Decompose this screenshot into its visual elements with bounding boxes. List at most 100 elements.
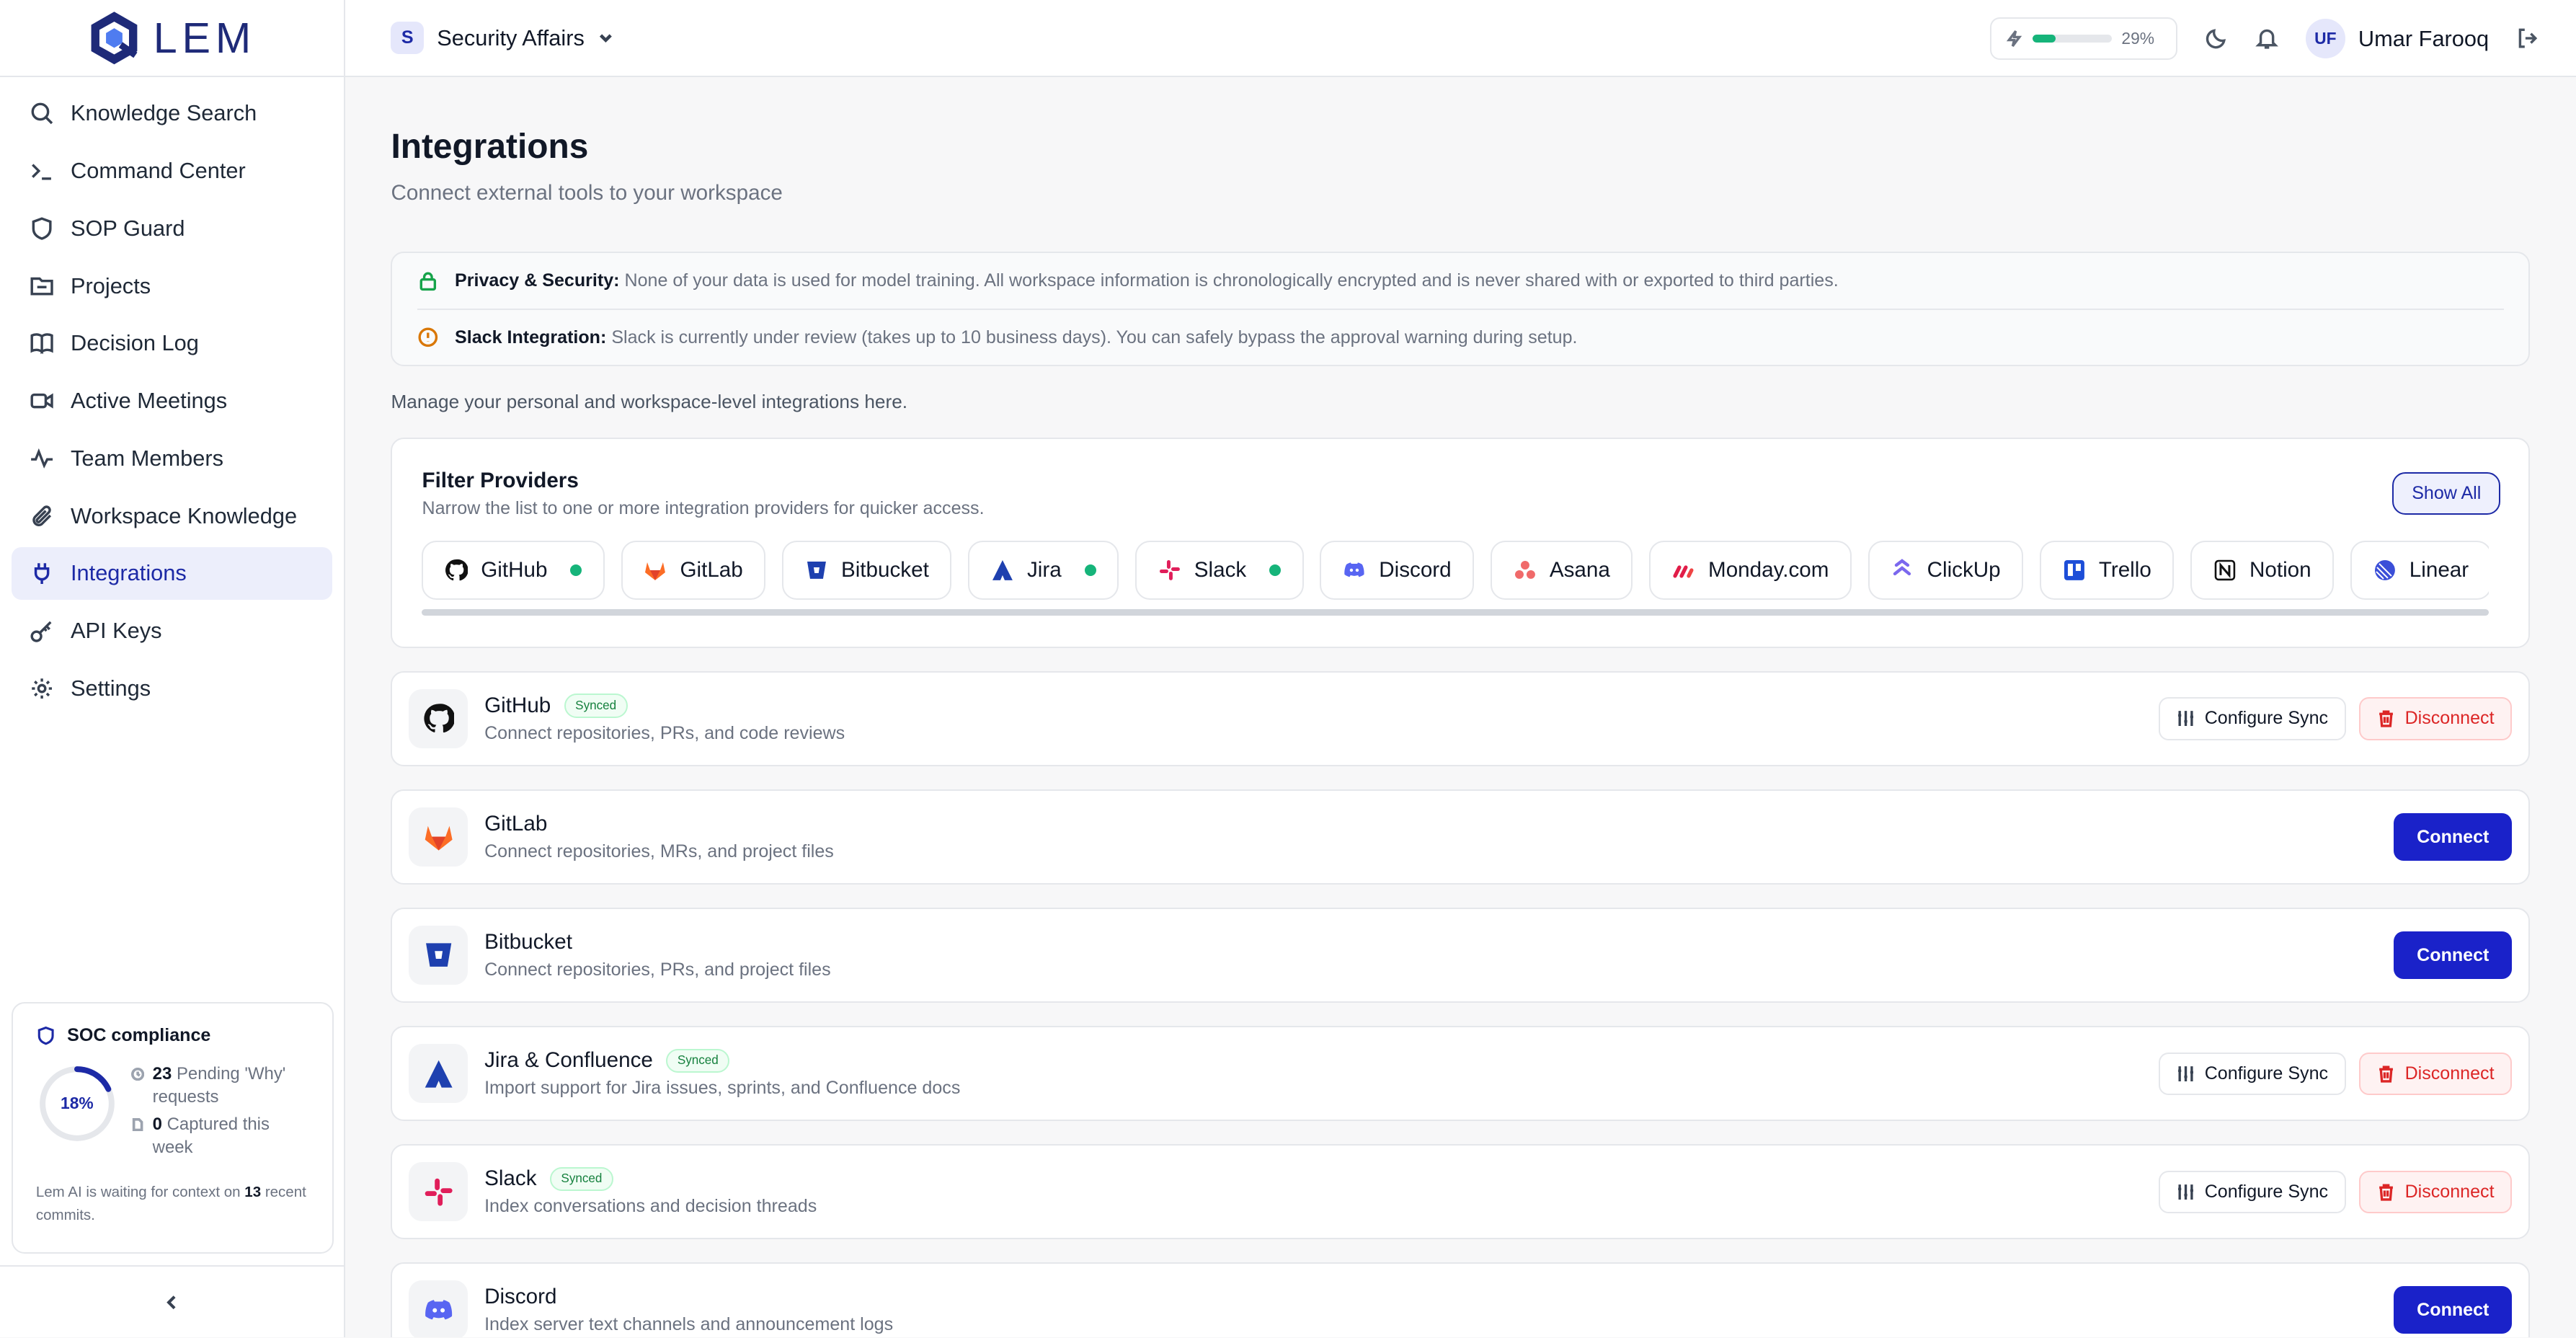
chip-bitbucket[interactable]: Bitbucket	[782, 540, 952, 600]
sidebar-item-command-center[interactable]: Command Center	[12, 145, 332, 198]
shield-icon	[32, 217, 52, 240]
soc-title: SOC compliance	[36, 1025, 309, 1046]
logout-icon[interactable]	[2515, 26, 2540, 50]
pending-text: Pending 'Why' requests	[152, 1063, 286, 1107]
disconnect-button[interactable]: Disconnect	[2359, 697, 2513, 740]
card-icon	[409, 1044, 468, 1104]
pending-count: 23	[152, 1063, 172, 1084]
integration-card-jira-confluence: Jira & Confluence Synced Import support f…	[391, 1026, 2531, 1122]
configure-sync-button[interactable]: Configure Sync	[2159, 1170, 2346, 1213]
jira-icon	[425, 1060, 453, 1088]
chip-discord[interactable]: Discord	[1320, 540, 1475, 600]
configure-sync-button[interactable]: Configure Sync	[2159, 1052, 2346, 1095]
connect-button[interactable]: Connect	[2394, 1286, 2513, 1334]
logo[interactable]: LEM	[0, 0, 344, 78]
chip-trello[interactable]: Trello	[2040, 540, 2175, 600]
sidebar: LEM Knowledge Search Command Center SOP …	[0, 0, 345, 1338]
lock-icon	[419, 272, 436, 291]
integration-card-discord: Discord Index server text channels and a…	[391, 1262, 2531, 1338]
sidebar-item-workspace-knowledge[interactable]: Workspace Knowledge	[12, 489, 332, 542]
chip-gitlab[interactable]: GitLab	[621, 540, 766, 600]
slack-label: Slack Integration:	[455, 327, 607, 347]
card-text: GitHub Synced Connect repositories, PRs, …	[484, 694, 845, 744]
card-desc: Import support for Jira issues, sprints,…	[484, 1078, 961, 1099]
card-icon	[409, 1280, 468, 1338]
provider-chips: GitHub GitLab Bitbucket Jira Slack Disco…	[422, 540, 2489, 600]
soc-stat-pending: 23 Pending 'Why' requests	[131, 1063, 309, 1109]
card-text: Slack Synced Index conversations and deci…	[484, 1166, 817, 1217]
button-label: Configure Sync	[2204, 1181, 2329, 1202]
integration-list: GitHub Synced Connect repositories, PRs, …	[391, 670, 2531, 1338]
bell-icon[interactable]	[2255, 26, 2279, 50]
sidebar-item-integrations[interactable]: Integrations	[11, 546, 332, 600]
connect-button[interactable]: Connect	[2394, 931, 2513, 980]
sidebar-item-sop-guard[interactable]: SOP Guard	[12, 202, 332, 254]
chip-notion[interactable]: Notion	[2190, 540, 2335, 600]
video-icon	[30, 393, 53, 409]
chip-jira[interactable]: Jira	[968, 540, 1119, 600]
sidebar-item-projects[interactable]: Projects	[12, 260, 332, 312]
sidebar-item-label: Team Members	[70, 445, 223, 471]
sidebar-item-label: Knowledge Search	[70, 100, 257, 126]
chip-slack[interactable]: Slack	[1134, 540, 1304, 600]
sidebar-item-team-members[interactable]: Team Members	[12, 432, 332, 484]
card-actions: Configure Sync Disconnect	[2159, 1146, 2513, 1238]
privacy-label: Privacy & Security:	[455, 270, 620, 291]
status-badge: Synced	[564, 694, 628, 718]
button-label: Configure Sync	[2204, 708, 2329, 729]
main-area: S Security Affairs 29% UF Umar Farooq In…	[345, 0, 2576, 1338]
moon-icon[interactable]	[2204, 26, 2229, 50]
sidebar-nav: Knowledge Search Command Center SOP Guar…	[0, 77, 344, 730]
workspace-name: Security Affairs	[437, 25, 585, 50]
chip-linear[interactable]: Linear	[2350, 540, 2489, 600]
sidebar-item-label: Decision Log	[70, 330, 199, 356]
book-icon	[30, 333, 53, 355]
sidebar-item-label: API Keys	[70, 618, 162, 644]
integration-card-github: GitHub Synced Connect repositories, PRs, …	[391, 670, 2531, 766]
slack-notice: Slack Integration: Slack is currently un…	[417, 309, 2504, 364]
folder-icon	[30, 278, 53, 296]
discord-icon	[425, 1300, 452, 1320]
collapse-sidebar-button[interactable]	[0, 1265, 344, 1337]
bolt-icon	[2006, 30, 2022, 48]
terminal-icon	[32, 164, 51, 180]
chip-label: GitLab	[680, 557, 743, 582]
usage-meter[interactable]: 29%	[1990, 17, 2178, 61]
soc-stats: 23 Pending 'Why' requests 0 Captured thi…	[131, 1063, 309, 1164]
disconnect-button[interactable]: Disconnect	[2359, 1170, 2513, 1213]
disconnect-button[interactable]: Disconnect	[2359, 1052, 2513, 1095]
sidebar-item-active-meetings[interactable]: Active Meetings	[12, 375, 332, 427]
workspace-switcher[interactable]: S Security Affairs	[391, 21, 613, 55]
slack-icon	[425, 1178, 453, 1206]
lem-logo-icon	[91, 12, 138, 65]
sidebar-item-settings[interactable]: Settings	[12, 662, 332, 714]
topbar: S Security Affairs 29% UF Umar Farooq	[345, 0, 2576, 78]
sidebar-item-label: Settings	[70, 675, 151, 701]
chip-asana[interactable]: Asana	[1491, 540, 1633, 600]
content: Integrations Connect external tools to y…	[345, 77, 2576, 1338]
asana-icon	[1514, 560, 1535, 579]
sidebar-item-api-keys[interactable]: API Keys	[12, 605, 332, 657]
connect-button[interactable]: Connect	[2394, 812, 2513, 861]
chip-github[interactable]: GitHub	[422, 540, 605, 600]
chips-scrollbar[interactable]	[422, 609, 2489, 616]
chip-label: Bitbucket	[840, 557, 929, 582]
integration-card-gitlab: GitLab Connect repositories, MRs, and pr…	[391, 789, 2531, 885]
connected-dot	[570, 564, 582, 576]
captured-count: 0	[152, 1115, 162, 1135]
notion-icon	[2214, 559, 2236, 580]
sidebar-item-decision-log[interactable]: Decision Log	[12, 317, 332, 370]
card-name: Bitbucket	[484, 930, 572, 954]
chip-clickup[interactable]: ClickUp	[1867, 540, 2024, 600]
clock-icon	[131, 1067, 145, 1081]
card-name: GitLab	[484, 812, 548, 836]
gear-icon	[32, 678, 52, 699]
discord-icon	[1344, 562, 1364, 577]
sidebar-item-knowledge-search[interactable]: Knowledge Search	[12, 87, 332, 140]
clickup-icon	[1893, 558, 1911, 575]
page-subtitle: Connect external tools to your workspace	[391, 181, 783, 205]
user-menu[interactable]: UF Umar Farooq	[2305, 19, 2489, 58]
configure-sync-button[interactable]: Configure Sync	[2159, 697, 2346, 740]
chip-monday[interactable]: Monday.com	[1649, 540, 1852, 600]
show-all-button[interactable]: Show All	[2392, 471, 2501, 515]
